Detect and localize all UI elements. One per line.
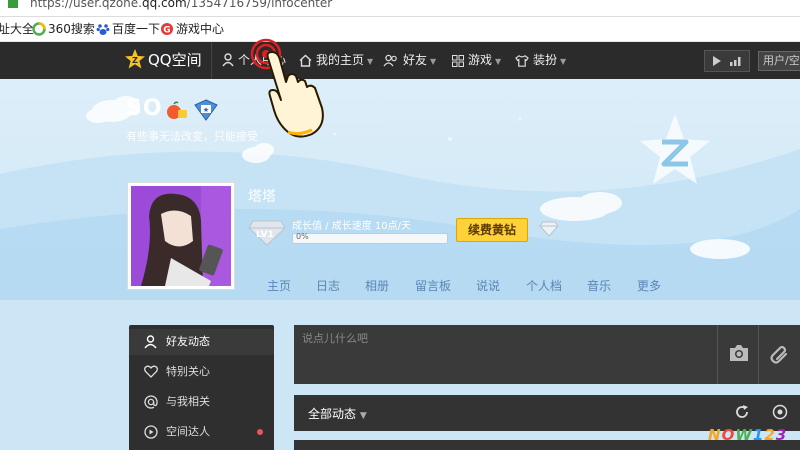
profile-tabs: 主页 日志 相册 留言板 说说 个人档 音乐 更多 xyxy=(0,277,800,297)
at-icon xyxy=(144,395,158,409)
360-search-icon xyxy=(32,22,46,36)
refresh-icon[interactable] xyxy=(734,404,750,420)
person-icon xyxy=(144,335,157,349)
camera-icon xyxy=(730,345,748,361)
watermark-letter: W xyxy=(735,426,753,444)
svg-text:Z: Z xyxy=(132,56,138,65)
tab-album[interactable]: 相册 xyxy=(365,277,389,294)
watermark-letter: N xyxy=(708,426,722,444)
user-space-search[interactable]: 用户/空间 xyxy=(758,51,800,71)
watermark-letter: 2 xyxy=(764,426,776,444)
tutorial-pointer-hand-icon xyxy=(250,38,324,138)
watermark-letter: 3 xyxy=(775,426,788,444)
profile-username: 塔塔 xyxy=(248,189,276,205)
play-icon xyxy=(713,56,721,66)
tab-message-board[interactable]: 留言板 xyxy=(415,277,451,294)
music-player-control[interactable] xyxy=(704,50,750,72)
growth-progress-bar: 0% xyxy=(292,232,448,244)
gem-icon[interactable] xyxy=(539,221,559,237)
baidu-paw-icon xyxy=(96,24,110,35)
tab-shuoshuo[interactable]: 说说 xyxy=(476,277,500,294)
bookmark-site-directory[interactable]: 址大全 xyxy=(0,17,34,41)
banner-decoration xyxy=(0,96,800,300)
shirt-icon xyxy=(515,55,529,67)
secure-lock-icon xyxy=(8,0,18,8)
sidebar-item-related-to-me[interactable]: 与我相关 xyxy=(129,389,274,415)
sidebar-item-space-expert[interactable]: 空间达人 xyxy=(129,419,274,445)
paperclip-icon xyxy=(770,345,788,364)
tab-profile[interactable]: 个人档 xyxy=(526,277,562,294)
site-watermark: NOW123 xyxy=(708,426,787,444)
post-composer: 说点儿什么吧 xyxy=(294,325,800,384)
composer-input[interactable]: 说点儿什么吧 xyxy=(302,330,368,346)
fruit-badge-icon xyxy=(167,101,187,119)
qzone-star-icon: Z xyxy=(125,49,145,69)
svg-text:★: ★ xyxy=(203,106,209,114)
bookmarks-bar: 址大全 360搜索 百度一下 G 游戏中心 xyxy=(0,17,800,42)
watermark-letter: O xyxy=(721,426,736,444)
heart-icon xyxy=(144,365,158,378)
sidebar-menu: 好友动态 特别关心 与我相关 空间达人 xyxy=(129,325,274,450)
tab-blog[interactable]: 日志 xyxy=(316,277,340,294)
avatar[interactable] xyxy=(127,182,235,290)
notification-dot xyxy=(257,429,263,435)
nav-games[interactable]: 游戏 ▼ xyxy=(452,42,501,79)
nav-decorate[interactable]: 装扮 ▼ xyxy=(515,42,566,79)
level-badge-text: LV1 xyxy=(256,230,274,240)
profile-nickname: SO xyxy=(126,96,163,121)
attach-button[interactable] xyxy=(758,325,800,384)
watermark-letter: 1 xyxy=(752,426,765,444)
nav-friends[interactable]: 好友 ▼ xyxy=(383,42,436,79)
address-bar[interactable]: https://user.qzone.qq.com/1354716759/inf… xyxy=(0,0,800,17)
friends-icon xyxy=(383,54,397,67)
growth-info: 成长值 / 成长速度 10点/天 xyxy=(292,221,411,232)
sidebar-item-friend-feed[interactable]: 好友动态 xyxy=(129,329,274,355)
sidebar-item-special-care[interactable]: 特别关心 xyxy=(129,359,274,385)
avatar-image xyxy=(131,186,231,286)
grid-icon xyxy=(452,55,464,67)
tab-more[interactable]: 更多 xyxy=(637,277,661,294)
qzone-logo[interactable]: Z QQ空间 xyxy=(124,48,202,72)
add-photo-button[interactable] xyxy=(717,325,758,384)
tab-home[interactable]: 主页 xyxy=(267,277,291,294)
game-center-icon: G xyxy=(161,23,173,36)
feed-filter-dropdown[interactable]: 全部动态 ▼ xyxy=(308,405,367,422)
bookmark-game-center[interactable]: G 游戏中心 xyxy=(160,17,224,41)
bookmark-baidu[interactable]: 百度一下 xyxy=(96,17,160,41)
profile-banner xyxy=(0,79,800,300)
signal-bars-icon xyxy=(730,57,741,66)
tab-music[interactable]: 音乐 xyxy=(587,277,611,294)
settings-icon[interactable] xyxy=(772,404,788,420)
svg-text:G: G xyxy=(163,26,170,36)
person-icon xyxy=(222,53,234,67)
top-navigation-bar: ZQQ空间 个人中心 我的主页▼ 好友▼ 游戏▼ 装扮▼ 用户/空间 xyxy=(0,42,800,79)
bookmark-360-search[interactable]: 360搜索 xyxy=(32,17,95,41)
url-text: https://user.qzone.qq.com/1354716759/inf… xyxy=(30,0,333,10)
nav-divider xyxy=(211,42,212,79)
renew-yellow-diamond-button[interactable]: 续费黄钻 xyxy=(456,218,528,242)
progress-percent: 0% xyxy=(296,232,309,241)
yellow-diamond-badge-icon: ★ xyxy=(194,99,218,121)
play-circle-icon xyxy=(144,425,158,439)
